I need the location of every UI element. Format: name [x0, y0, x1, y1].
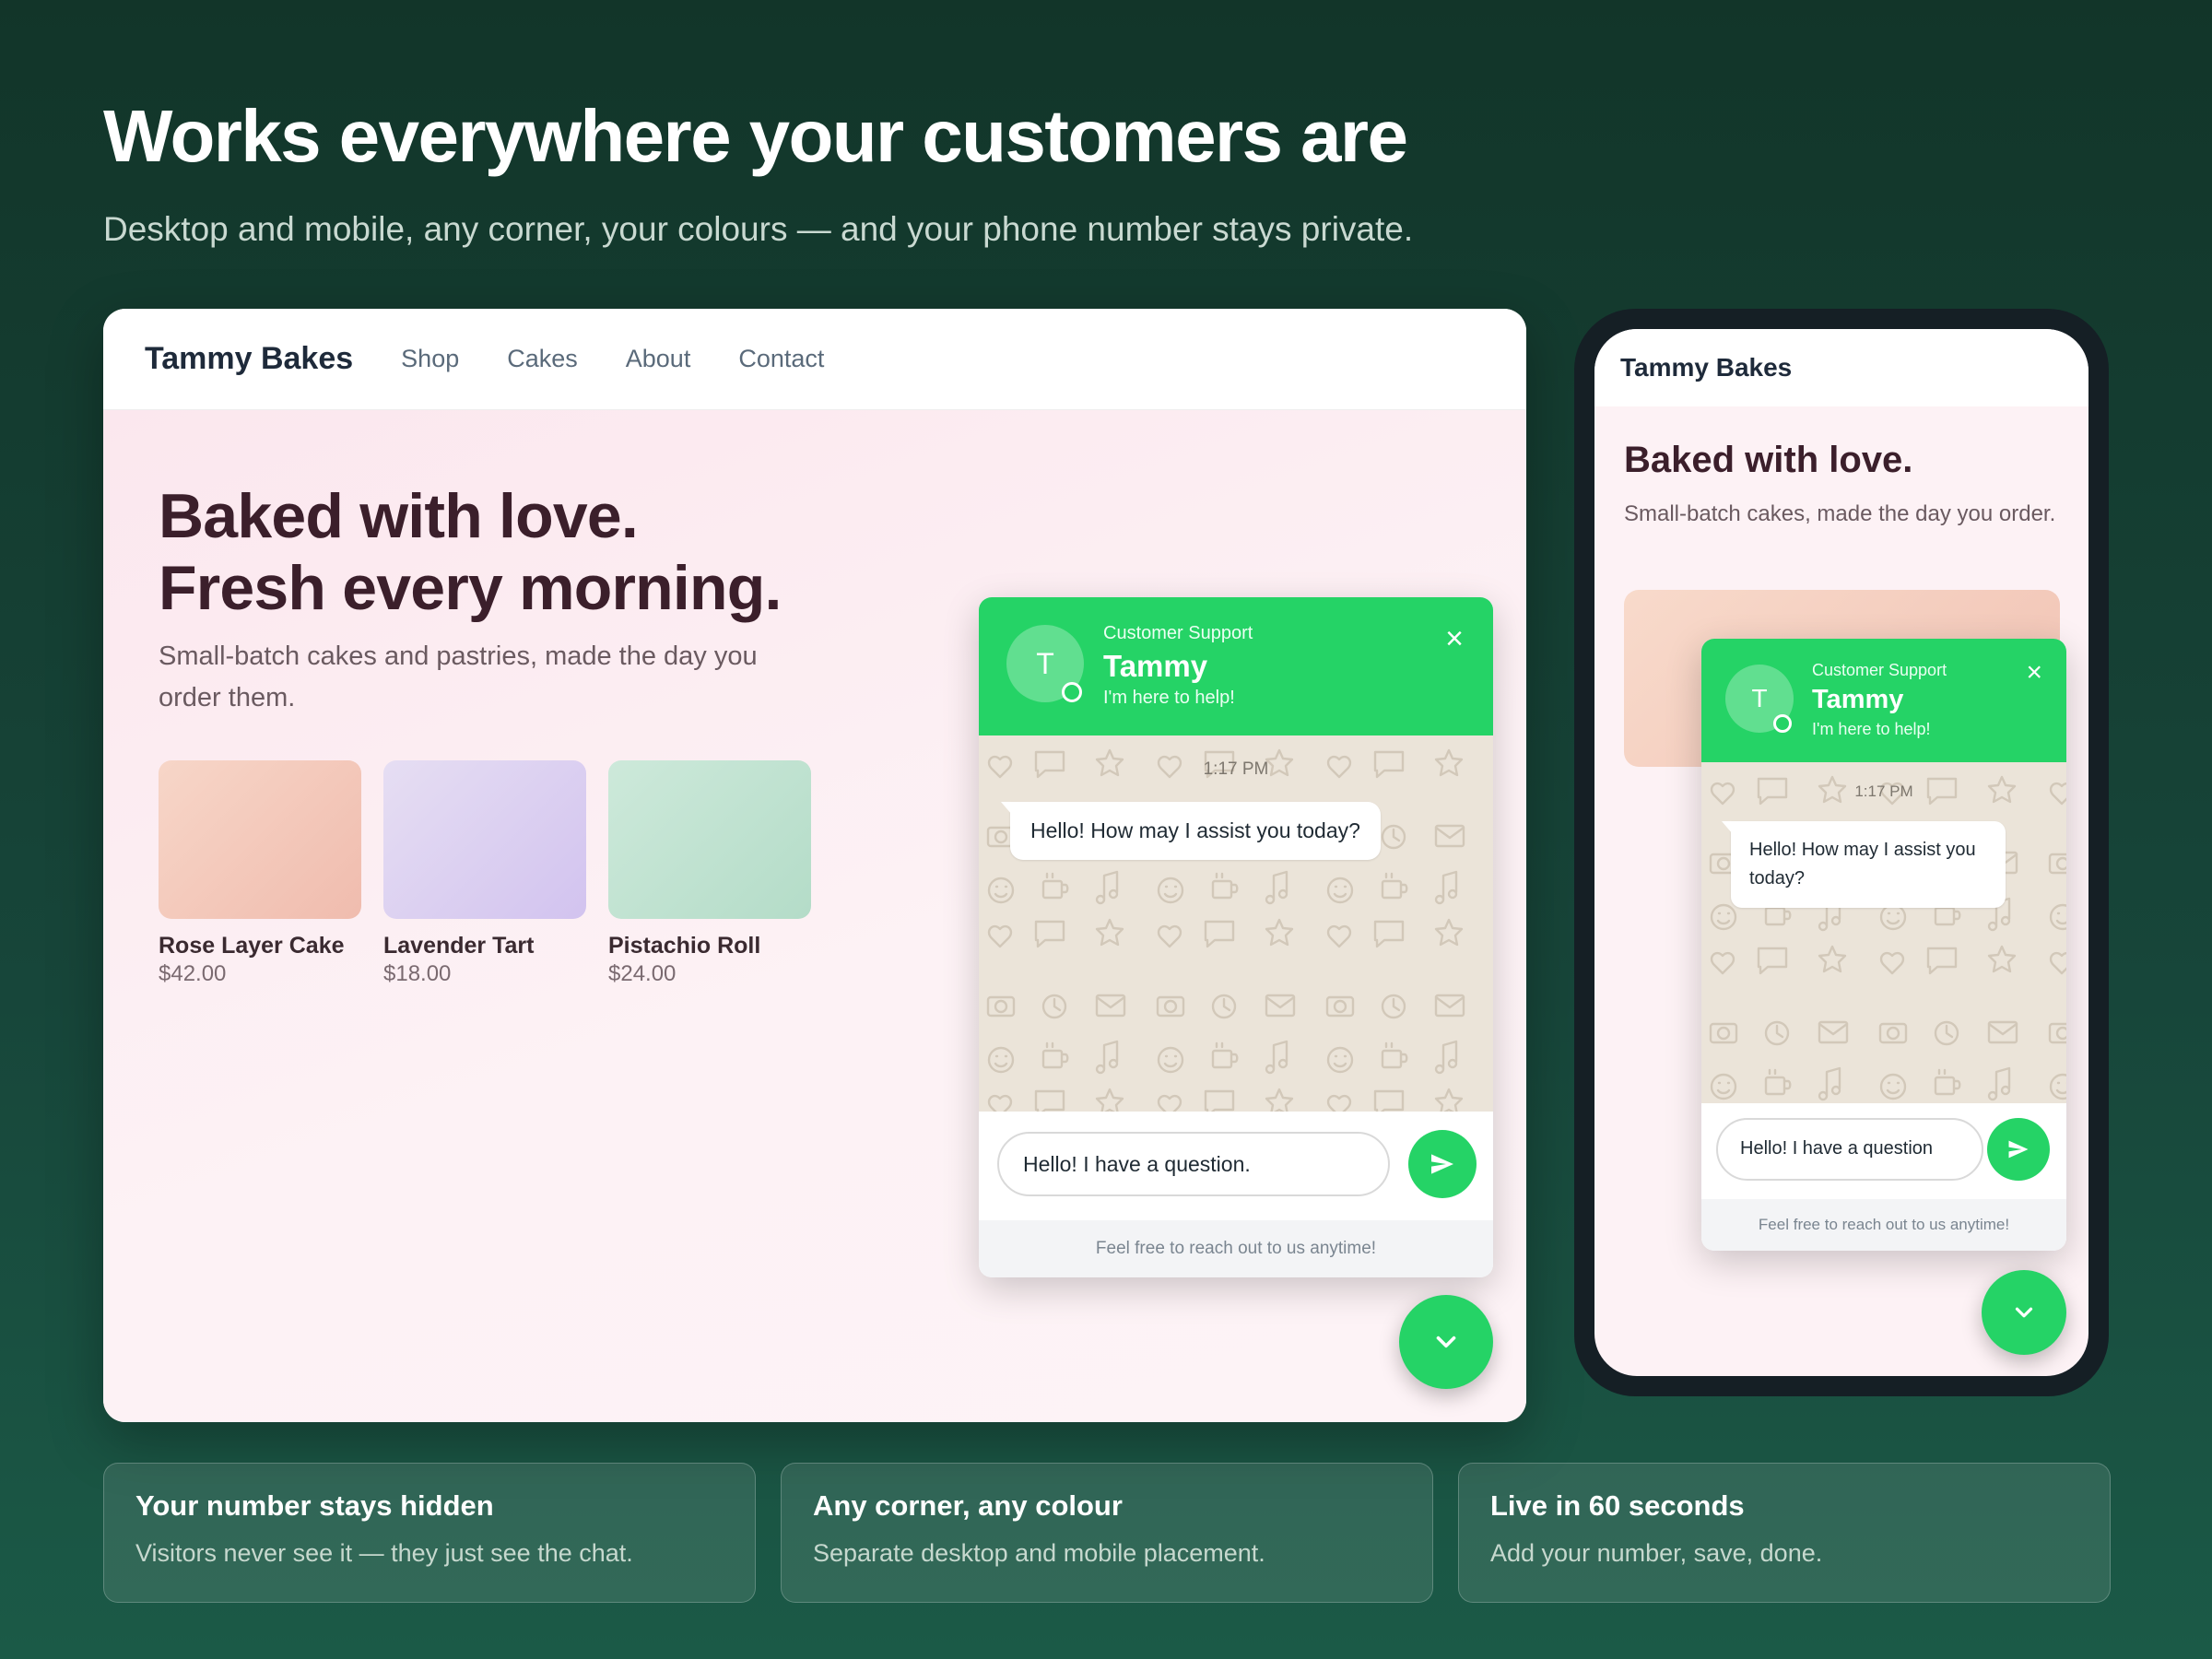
feature-description: Add your number, save, done. — [1490, 1539, 1823, 1567]
chat-label: Customer Support — [1812, 661, 1947, 679]
product-name: Rose Layer Cake — [159, 933, 345, 959]
hero-subtitle: Small-batch cakes and pastries, made the… — [159, 641, 758, 712]
nav-shop[interactable]: Shop — [401, 345, 459, 373]
mobile-chat-toggle-button[interactable] — [1982, 1270, 2066, 1355]
chat-wallpaper — [1701, 762, 2066, 1103]
product-card[interactable]: Lavender Tart $18.00 — [383, 760, 586, 987]
send-button[interactable] — [1987, 1118, 2050, 1181]
chat-header: T Customer Support Tammy I'm here to hel… — [979, 597, 1493, 735]
product-price: $18.00 — [383, 961, 452, 986]
feature-title: Your number stays hidden — [135, 1489, 494, 1522]
page-subtitle: Desktop and mobile, any corner, your col… — [103, 210, 1414, 248]
mobile-hero-title: Baked with love. — [1624, 440, 1913, 480]
send-icon — [2008, 1140, 2029, 1159]
chat-input[interactable]: Hello! I have a question. — [997, 1132, 1390, 1196]
product-card[interactable]: Rose Layer Cake $42.00 — [159, 760, 361, 987]
chat-wallpaper — [979, 735, 1493, 1112]
hero-line-1: Baked with love. — [159, 481, 639, 551]
site-nav: Tammy Bakes Shop Cakes About Contact — [103, 309, 1526, 410]
chat-agent-name: Tammy — [1812, 685, 1904, 714]
product-image[interactable] — [608, 760, 811, 919]
online-indicator — [1773, 714, 1792, 733]
feature-card: Your number stays hidden Visitors never s… — [103, 1463, 756, 1603]
feature-card: Any corner, any colour Separate desktop a… — [781, 1463, 1433, 1603]
product-price: $24.00 — [608, 961, 677, 986]
chat-footer: Feel free to reach out to us anytime! — [1701, 1199, 2066, 1251]
chat-widget: T Customer Support Tammy I'm here to hel… — [979, 597, 1493, 1277]
chevron-down-icon — [1436, 1335, 1456, 1348]
message-timestamp: 1:17 PM — [1854, 782, 1913, 800]
nav-cakes[interactable]: Cakes — [507, 345, 578, 373]
desktop-browser-mockup: Tammy Bakes Shop Cakes About Contact Bak… — [103, 309, 1526, 1422]
chat-message: Hello! How may I assist you today? — [1722, 821, 2006, 908]
send-button[interactable] — [1408, 1130, 1477, 1198]
feature-title: Any corner, any colour — [813, 1489, 1123, 1522]
chat-footer: Feel free to reach out to us anytime! — [979, 1220, 1493, 1277]
mobile-site-nav: Tammy Bakes — [1594, 329, 2088, 406]
chat-tagline: I'm here to help! — [1812, 720, 1931, 738]
mobile-chat-header: T Customer Support Tammy I'm here to hel… — [1701, 639, 2066, 762]
feature-description: Visitors never see it — they just see th… — [135, 1539, 633, 1567]
nav-about[interactable]: About — [626, 345, 691, 373]
product-image[interactable] — [159, 760, 361, 919]
chat-messages: 1:17 PM Hello! How may I assist you toda… — [979, 735, 1493, 1112]
online-indicator — [1062, 682, 1082, 702]
mobile-chat-messages: 1:17 PM Hello! How may I assist you toda… — [1701, 762, 2066, 1103]
feature-title: Live in 60 seconds — [1490, 1489, 1745, 1522]
feature-description: Separate desktop and mobile placement. — [813, 1539, 1265, 1567]
mobile-chat-widget: T Customer Support Tammy I'm here to hel… — [1701, 639, 2066, 1251]
site-brand[interactable]: Tammy Bakes — [145, 341, 353, 377]
product-price: $42.00 — [159, 961, 227, 986]
hero-line-2: Fresh every morning. — [159, 553, 782, 623]
mobile-chat-input-bar: Hello! I have a question — [1701, 1103, 2066, 1199]
chat-input-bar: Hello! I have a question. — [979, 1112, 1493, 1222]
product-name: Lavender Tart — [383, 933, 535, 959]
chat-message: Hello! How may I assist you today? — [1001, 802, 1381, 860]
close-icon[interactable]: × — [2026, 657, 2042, 688]
chat-label: Customer Support — [1103, 623, 1253, 643]
mobile-phone-mockup: Tammy Bakes Baked with love. Small-batch… — [1574, 309, 2109, 1396]
hero-title: Baked with love. Fresh every morning. — [159, 480, 782, 624]
nav-contact[interactable]: Contact — [738, 345, 824, 373]
chat-input[interactable]: Hello! I have a question — [1716, 1118, 1983, 1181]
mobile-hero-subtitle: Small-batch cakes, made the day you orde… — [1624, 501, 2056, 526]
site-body: Baked with love. Fresh every morning. Sma… — [103, 410, 1526, 1422]
product-name: Pistachio Roll — [608, 933, 761, 959]
close-icon[interactable]: × — [1445, 621, 1464, 657]
send-icon — [1431, 1154, 1453, 1174]
feature-card: Live in 60 seconds Add your number, save,… — [1458, 1463, 2111, 1603]
message-timestamp: 1:17 PM — [1203, 759, 1269, 779]
product-image[interactable] — [383, 760, 586, 919]
chevron-down-icon — [2015, 1307, 2033, 1318]
chat-tagline: I'm here to help! — [1103, 688, 1235, 708]
phone-screen: Tammy Bakes Baked with love. Small-batch… — [1594, 329, 2088, 1376]
chat-toggle-button[interactable] — [1399, 1295, 1493, 1389]
chat-agent-name: Tammy — [1103, 649, 1208, 683]
page-title: Works everywhere your customers are — [103, 95, 1408, 177]
mobile-site-brand[interactable]: Tammy Bakes — [1620, 353, 1792, 382]
product-card[interactable]: Pistachio Roll $24.00 — [608, 760, 811, 987]
